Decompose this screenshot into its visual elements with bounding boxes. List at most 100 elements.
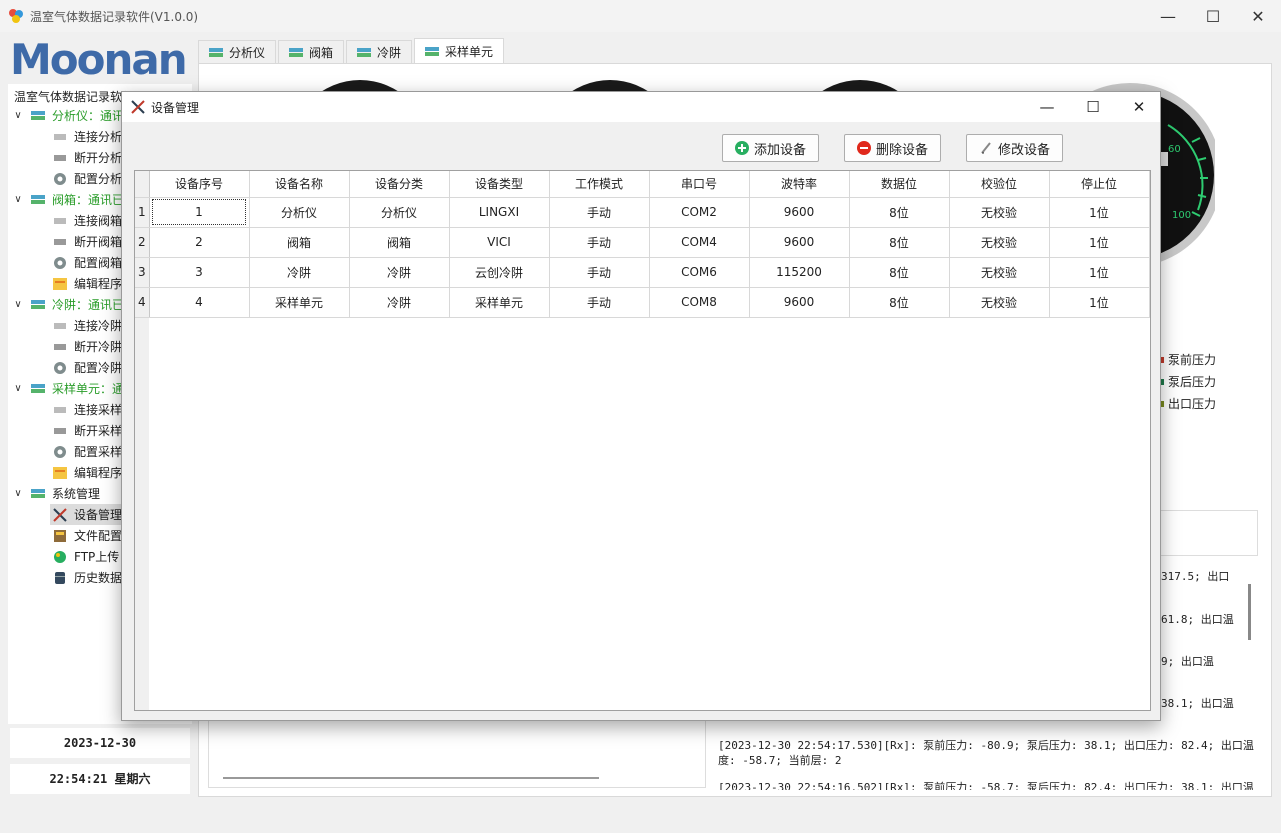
tab-coldtrap[interactable]: 冷阱 (346, 40, 413, 63)
table-cell[interactable]: 手动 (549, 197, 650, 228)
chevron-down-icon[interactable]: ∨ (12, 110, 24, 121)
tree-item-config-coldtrap[interactable]: 配置冷阱 (52, 357, 122, 378)
dialog-maximize-button[interactable]: ☐ (1070, 92, 1116, 122)
add-device-button[interactable]: 添加设备 (722, 134, 819, 162)
tree-group-sampler[interactable]: ∨ 采样单元：通 (12, 378, 124, 399)
tree-item-disconnect-coldtrap[interactable]: 断开冷阱 (52, 336, 122, 357)
table-cell[interactable]: 2 (149, 227, 250, 258)
tree-group-system[interactable]: ∨ 系统管理 (12, 483, 100, 504)
tree-item-ftp-upload[interactable]: FTP上传 (52, 546, 119, 567)
table-cell[interactable]: VICI (449, 227, 550, 258)
row-header[interactable]: 2 (135, 227, 150, 258)
vertical-scrollbar[interactable] (1248, 584, 1251, 640)
chevron-down-icon[interactable]: ∨ (12, 299, 24, 310)
table-cell[interactable]: 1位 (1049, 227, 1150, 258)
table-cell[interactable]: LINGXI (449, 197, 550, 228)
table-cell[interactable]: 3 (149, 257, 250, 288)
row-header[interactable]: 3 (135, 257, 150, 288)
table-cell[interactable]: 1位 (1049, 197, 1150, 228)
row-header[interactable]: 4 (135, 287, 150, 318)
table-cell[interactable]: 1位 (1049, 257, 1150, 288)
table-cell[interactable]: 8位 (849, 287, 950, 318)
table-row[interactable]: 1 1 分析仪 分析仪 LINGXI 手动 COM2 9600 8位 无校验 1… (135, 197, 1150, 228)
column-header[interactable]: 设备名称 (249, 171, 350, 198)
table-cell[interactable]: 1位 (1049, 287, 1150, 318)
tree-item-disconnect-valvebox[interactable]: 断开阀箱 (52, 231, 122, 252)
tree-item-config-analyzer[interactable]: 配置分析 (52, 168, 122, 189)
tree-group-analyzer[interactable]: ∨ 分析仪：通讯 (12, 105, 124, 126)
table-cell[interactable]: 无校验 (949, 257, 1050, 288)
table-cell[interactable]: 分析仪 (249, 197, 350, 228)
table-cell[interactable]: 手动 (549, 287, 650, 318)
tab-analyzer[interactable]: 分析仪 (198, 40, 277, 63)
table-cell[interactable]: 云创冷阱 (449, 257, 550, 288)
horizontal-scrollbar[interactable] (223, 777, 599, 779)
table-cell[interactable]: 1 (149, 197, 250, 228)
tree-item-connect-valvebox[interactable]: 连接阀箱 (52, 210, 122, 231)
table-cell[interactable]: 9600 (749, 287, 850, 318)
dialog-minimize-button[interactable]: — (1024, 92, 1070, 122)
column-header[interactable]: 工作模式 (549, 171, 650, 198)
row-header[interactable]: 1 (135, 197, 150, 228)
column-header[interactable]: 串口号 (649, 171, 750, 198)
column-header[interactable]: 设备类型 (449, 171, 550, 198)
table-cell[interactable]: 阀箱 (249, 227, 350, 258)
tree-item-device-management[interactable]: 设备管理 (50, 504, 125, 525)
minimize-button[interactable]: — (1145, 0, 1191, 32)
column-header[interactable]: 停止位 (1049, 171, 1150, 198)
table-cell[interactable]: COM6 (649, 257, 750, 288)
tree-item-disconnect-analyzer[interactable]: 断开分析 (52, 147, 122, 168)
table-cell[interactable]: 分析仪 (349, 197, 450, 228)
table-cell[interactable]: 采样单元 (249, 287, 350, 318)
table-cell[interactable]: 4 (149, 287, 250, 318)
tree-item-connect-sampler[interactable]: 连接采样 (52, 399, 122, 420)
table-cell[interactable]: 8位 (849, 227, 950, 258)
table-cell[interactable]: 9600 (749, 197, 850, 228)
tree-group-coldtrap[interactable]: ∨ 冷阱：通讯已 (12, 294, 124, 315)
table-cell[interactable]: 8位 (849, 197, 950, 228)
tree-item-disconnect-sampler[interactable]: 断开采样 (52, 420, 122, 441)
close-button[interactable]: ✕ (1235, 0, 1281, 32)
delete-device-button[interactable]: 删除设备 (844, 134, 941, 162)
tree-item-connect-coldtrap[interactable]: 连接冷阱 (52, 315, 122, 336)
table-cell[interactable]: 冷阱 (249, 257, 350, 288)
table-cell[interactable]: 采样单元 (449, 287, 550, 318)
table-cell[interactable]: 115200 (749, 257, 850, 288)
table-row[interactable]: 3 3 冷阱 冷阱 云创冷阱 手动 COM6 115200 8位 无校验 1位 (135, 257, 1150, 288)
table-cell[interactable]: 阀箱 (349, 227, 450, 258)
tab-valvebox[interactable]: 阀箱 (278, 40, 345, 63)
column-header[interactable]: 设备分类 (349, 171, 450, 198)
tab-sampler[interactable]: 采样单元 (414, 38, 505, 63)
column-header[interactable]: 设备序号 (149, 171, 250, 198)
table-cell[interactable]: 无校验 (949, 287, 1050, 318)
chevron-down-icon[interactable]: ∨ (12, 383, 24, 394)
tree-item-config-valvebox[interactable]: 配置阀箱 (52, 252, 122, 273)
tree-item-history-data[interactable]: 历史数据 (52, 567, 122, 588)
table-cell[interactable]: 冷阱 (349, 257, 450, 288)
table-cell[interactable]: 8位 (849, 257, 950, 288)
tree-item-config-sampler[interactable]: 配置采样 (52, 441, 122, 462)
dialog-close-button[interactable]: ✕ (1116, 92, 1162, 122)
table-cell[interactable]: 无校验 (949, 227, 1050, 258)
chevron-down-icon[interactable]: ∨ (12, 194, 24, 205)
column-header[interactable]: 校验位 (949, 171, 1050, 198)
tree-item-edit-program-sampler[interactable]: 编辑程序 (52, 462, 122, 483)
maximize-button[interactable]: ☐ (1190, 0, 1236, 32)
table-cell[interactable]: 手动 (549, 227, 650, 258)
table-cell[interactable]: 无校验 (949, 197, 1050, 228)
tree-group-valvebox[interactable]: ∨ 阀箱：通讯已 (12, 189, 124, 210)
tree-item-edit-program-valvebox[interactable]: 编辑程序 (52, 273, 122, 294)
column-header[interactable]: 数据位 (849, 171, 950, 198)
table-row[interactable]: 4 4 采样单元 冷阱 采样单元 手动 COM8 9600 8位 无校验 1位 (135, 287, 1150, 318)
column-header[interactable]: 波特率 (749, 171, 850, 198)
table-cell[interactable]: COM4 (649, 227, 750, 258)
table-cell[interactable]: 9600 (749, 227, 850, 258)
tree-item-connect-analyzer[interactable]: 连接分析 (52, 126, 122, 147)
table-cell[interactable]: 冷阱 (349, 287, 450, 318)
chevron-down-icon[interactable]: ∨ (12, 488, 24, 499)
table-cell[interactable]: COM8 (649, 287, 750, 318)
tree-item-file-config[interactable]: 文件配置 (52, 525, 122, 546)
table-row[interactable]: 2 2 阀箱 阀箱 VICI 手动 COM4 9600 8位 无校验 1位 (135, 227, 1150, 258)
edit-device-button[interactable]: 修改设备 (966, 134, 1063, 162)
table-cell[interactable]: COM2 (649, 197, 750, 228)
